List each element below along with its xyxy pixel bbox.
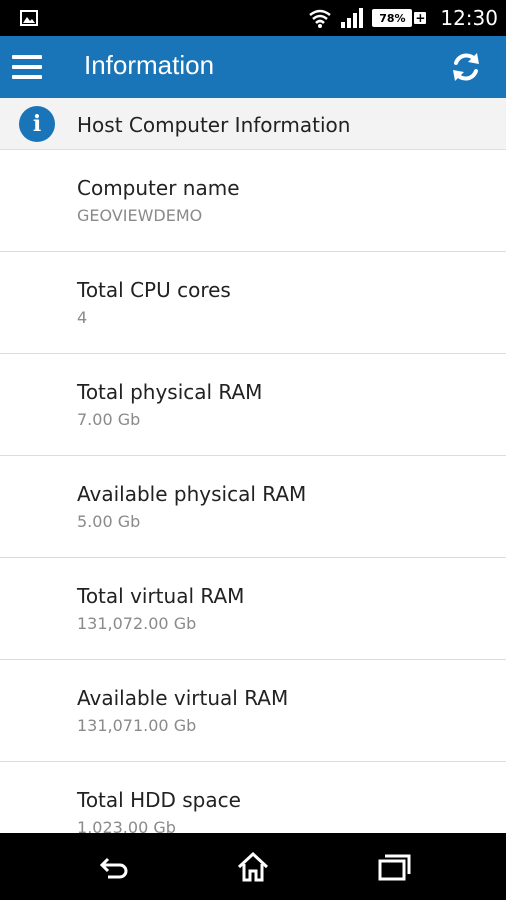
back-icon[interactable] [96, 849, 132, 885]
menu-button[interactable] [12, 50, 46, 84]
list-item-cpu-cores[interactable]: Total CPU cores 4 [0, 252, 506, 354]
info-icon: i [19, 106, 55, 142]
item-value: 5.00 Gb [77, 512, 141, 531]
app-bar: Information [0, 36, 506, 98]
menu-icon-line [12, 75, 42, 79]
item-label: Total HDD space [77, 788, 241, 812]
recents-icon[interactable] [376, 849, 412, 885]
item-label: Total CPU cores [77, 278, 231, 302]
screen: 78% + 12:30 Information i Host Computer … [0, 0, 506, 900]
page-title: Information [84, 50, 215, 80]
item-label: Computer name [77, 176, 240, 200]
refresh-icon[interactable] [448, 49, 484, 85]
item-label: Available physical RAM [77, 482, 307, 506]
list-item-available-physical-ram[interactable]: Available physical RAM 5.00 Gb [0, 456, 506, 558]
image-icon [20, 10, 38, 26]
item-value: 1,023.00 Gb [77, 818, 176, 833]
list-item-physical-ram[interactable]: Total physical RAM 7.00 Gb [0, 354, 506, 456]
list-item-computer-name[interactable]: Computer name GEOVIEWDEMO [0, 150, 506, 252]
item-value: 131,071.00 Gb [77, 716, 197, 735]
status-bar: 78% + 12:30 [0, 0, 506, 36]
battery-level: 78% [379, 11, 406, 25]
charging-icon: + [414, 11, 427, 25]
home-icon[interactable] [235, 849, 271, 885]
item-value: GEOVIEWDEMO [77, 206, 203, 225]
section-title: Host Computer Information [77, 113, 351, 137]
navigation-bar [0, 833, 506, 900]
menu-icon-line [12, 65, 42, 69]
item-label: Available virtual RAM [77, 686, 289, 710]
signal-icon [341, 8, 364, 28]
status-icons: 78% + 12:30 [308, 0, 498, 36]
item-value: 7.00 Gb [77, 410, 141, 429]
info-list[interactable]: Computer name GEOVIEWDEMO Total CPU core… [0, 150, 506, 833]
list-item-virtual-ram[interactable]: Total virtual RAM 131,072.00 Gb [0, 558, 506, 660]
item-label: Total physical RAM [77, 380, 263, 404]
section-header: i Host Computer Information [0, 98, 506, 150]
battery-icon: 78% [372, 9, 413, 27]
item-value: 4 [77, 308, 88, 327]
list-item-available-virtual-ram[interactable]: Available virtual RAM 131,071.00 Gb [0, 660, 506, 762]
item-label: Total virtual RAM [77, 584, 245, 608]
list-item-hdd-space[interactable]: Total HDD space 1,023.00 Gb [0, 762, 506, 833]
menu-icon-line [12, 55, 42, 59]
item-value: 131,072.00 Gb [77, 614, 197, 633]
wifi-icon [309, 9, 332, 28]
clock: 12:30 [440, 6, 498, 30]
